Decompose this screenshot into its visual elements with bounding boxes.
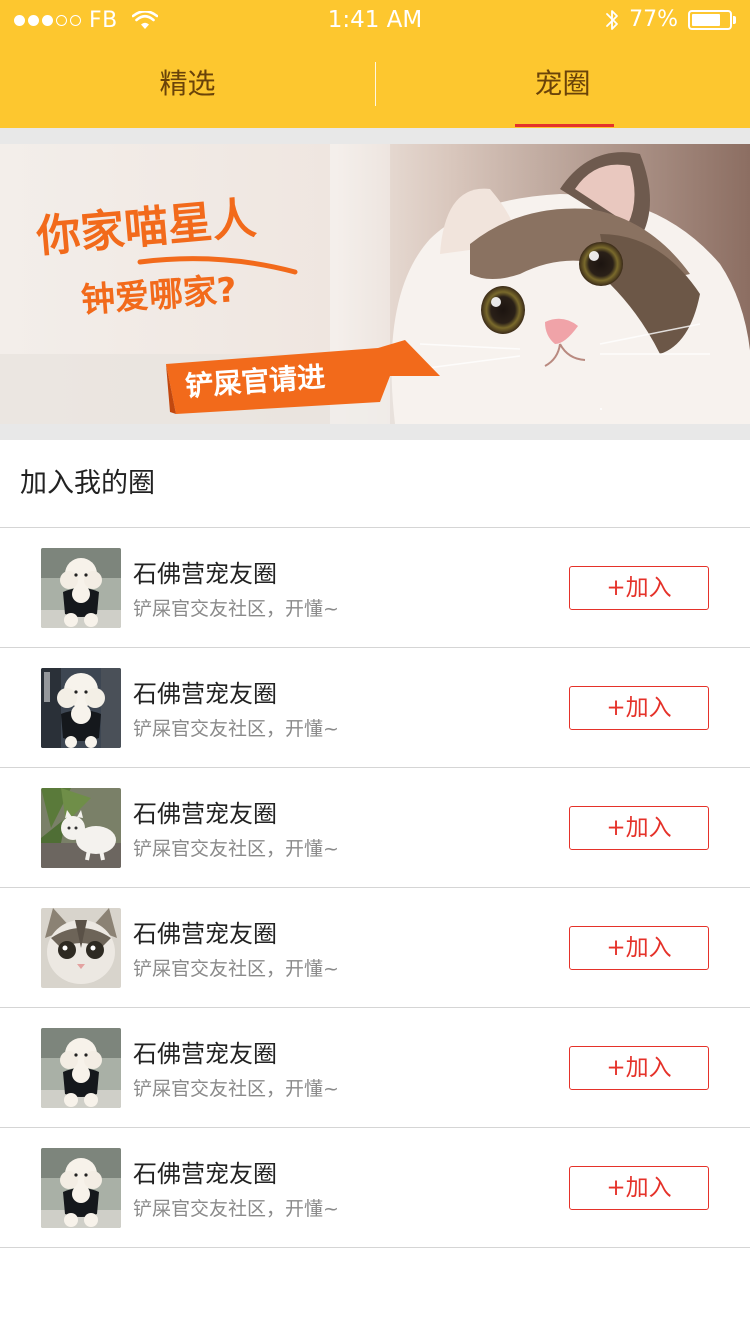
tab-featured[interactable]: 精选: [0, 40, 375, 128]
poodle-icon: [41, 668, 121, 748]
battery-icon: [688, 9, 736, 30]
circle-description: 铲屎官交友社区，开懂~: [133, 718, 339, 740]
poodle-icon: [41, 548, 121, 628]
app-header: FB 1:41 AM 77% 精选 宠圈: [0, 0, 750, 128]
list-item[interactable]: 石佛营宠友圈 铲屎官交友社区，开懂~ +加入: [0, 1128, 750, 1248]
circle-name: 石佛营宠友圈: [133, 680, 277, 708]
active-tab-indicator: [515, 124, 614, 127]
status-right: 77%: [605, 7, 736, 32]
avatar: [41, 908, 121, 988]
separator-gap: [0, 424, 750, 440]
section-title: 加入我的圈: [20, 468, 155, 499]
circle-description: 铲屎官交友社区，开懂~: [133, 598, 339, 620]
list-item[interactable]: 石佛营宠友圈 铲屎官交友社区，开懂~ +加入: [0, 648, 750, 768]
promo-banner[interactable]: 你家喵星人 钟爱哪家? 铲屎官请进: [0, 144, 750, 424]
list-item[interactable]: 石佛营宠友圈 铲屎官交友社区，开懂~ +加入: [0, 888, 750, 1008]
avatar: [41, 788, 121, 868]
join-button[interactable]: +加入: [569, 686, 709, 730]
banner-image: 你家喵星人 钟爱哪家? 铲屎官请进: [0, 144, 750, 424]
join-button[interactable]: +加入: [569, 1166, 709, 1210]
battery-percent: 77%: [629, 7, 678, 32]
circle-description: 铲屎官交友社区，开懂~: [133, 1078, 339, 1100]
list-item[interactable]: 石佛营宠友圈 铲屎官交友社区，开懂~ +加入: [0, 528, 750, 648]
circle-name: 石佛营宠友圈: [133, 800, 277, 828]
poodle-icon: [41, 1028, 121, 1108]
join-button[interactable]: +加入: [569, 926, 709, 970]
status-bar: FB 1:41 AM 77%: [0, 0, 750, 40]
circle-name: 石佛营宠友圈: [133, 1040, 277, 1068]
kitten-icon: [41, 908, 121, 988]
white-cat-icon: [41, 788, 121, 868]
top-tabs: 精选 宠圈: [0, 40, 750, 128]
circle-name: 石佛营宠友圈: [133, 560, 277, 588]
avatar: [41, 548, 121, 628]
join-button[interactable]: +加入: [569, 566, 709, 610]
list-item[interactable]: 石佛营宠友圈 铲屎官交友社区，开懂~ +加入: [0, 1008, 750, 1128]
circle-name: 石佛营宠友圈: [133, 920, 277, 948]
avatar: [41, 668, 121, 748]
separator-gap: [0, 128, 750, 144]
list-item[interactable]: 石佛营宠友圈 铲屎官交友社区，开懂~ +加入: [0, 768, 750, 888]
circle-list: 石佛营宠友圈 铲屎官交友社区，开懂~ +加入 石佛营宠友圈 铲屎官交友社区，开懂…: [0, 528, 750, 1248]
bluetooth-icon: [606, 9, 618, 30]
poodle-icon: [41, 1148, 121, 1228]
join-button[interactable]: +加入: [569, 1046, 709, 1090]
avatar: [41, 1028, 121, 1108]
circle-description: 铲屎官交友社区，开懂~: [133, 1198, 339, 1220]
avatar: [41, 1148, 121, 1228]
circle-description: 铲屎官交友社区，开懂~: [133, 838, 339, 860]
circle-description: 铲屎官交友社区，开懂~: [133, 958, 339, 980]
circle-name: 石佛营宠友圈: [133, 1160, 277, 1188]
join-button[interactable]: +加入: [569, 806, 709, 850]
tab-pet-circle[interactable]: 宠圈: [375, 40, 750, 128]
